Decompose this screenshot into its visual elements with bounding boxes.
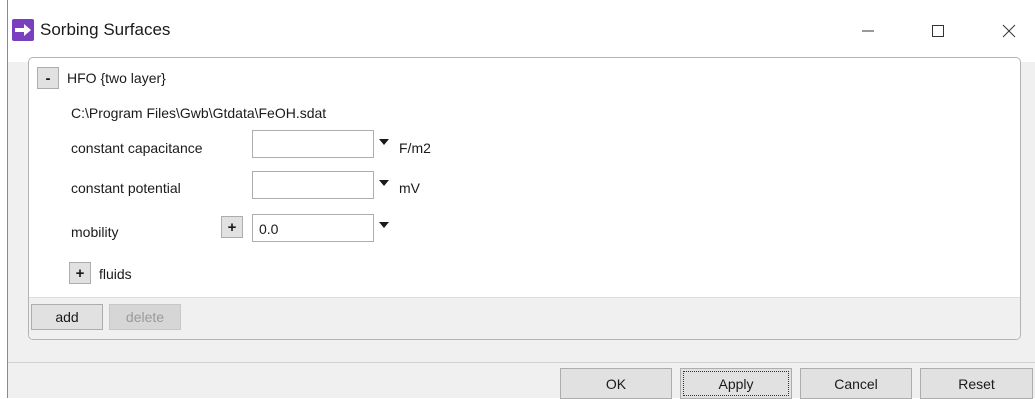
potential-label: constant potential: [71, 180, 181, 196]
mobility-dropdown-icon[interactable]: [379, 222, 389, 228]
mobility-input[interactable]: 0.0: [252, 214, 374, 242]
capacitance-unit: F/m2: [399, 140, 431, 156]
maximize-icon[interactable]: [920, 13, 956, 49]
dataset-path: C:\Program Files\Gwb\Gtdata\FeOH.sdat: [71, 105, 327, 121]
dialog-button-bar: OK Apply Cancel Reset: [8, 362, 1035, 399]
panel-footer: add delete: [29, 297, 1020, 339]
potential-input[interactable]: [252, 171, 374, 199]
capacitance-dropdown-icon[interactable]: [379, 139, 389, 145]
title-bar: Sorbing Surfaces: [8, 0, 1035, 62]
surface-name: HFO {two layer}: [67, 70, 166, 86]
ok-button[interactable]: OK: [560, 368, 672, 399]
collapse-surface-button[interactable]: -: [37, 67, 59, 89]
close-icon[interactable]: [991, 13, 1027, 49]
app-arrow-icon: [12, 19, 34, 41]
fluids-expand-button[interactable]: +: [69, 262, 91, 284]
apply-button[interactable]: Apply: [680, 368, 792, 399]
cancel-button[interactable]: Cancel: [800, 368, 912, 399]
fluids-label: fluids: [99, 266, 132, 282]
mobility-label: mobility: [71, 224, 119, 240]
reset-button[interactable]: Reset: [920, 368, 1033, 399]
sorbing-surface-panel: - HFO {two layer} C:\Program Files\Gwb\G…: [28, 57, 1021, 340]
potential-dropdown-icon[interactable]: [379, 180, 389, 186]
mobility-expand-button[interactable]: +: [221, 216, 243, 238]
minimize-icon[interactable]: [850, 13, 886, 49]
capacitance-label: constant capacitance: [71, 140, 203, 156]
sorbing-surfaces-window: Sorbing Surfaces - HFO {two layer} C:\Pr…: [7, 0, 1035, 399]
capacitance-input[interactable]: [252, 130, 374, 158]
add-button[interactable]: add: [31, 304, 103, 330]
delete-button[interactable]: delete: [109, 304, 181, 330]
window-title: Sorbing Surfaces: [40, 20, 171, 39]
potential-unit: mV: [399, 180, 420, 196]
